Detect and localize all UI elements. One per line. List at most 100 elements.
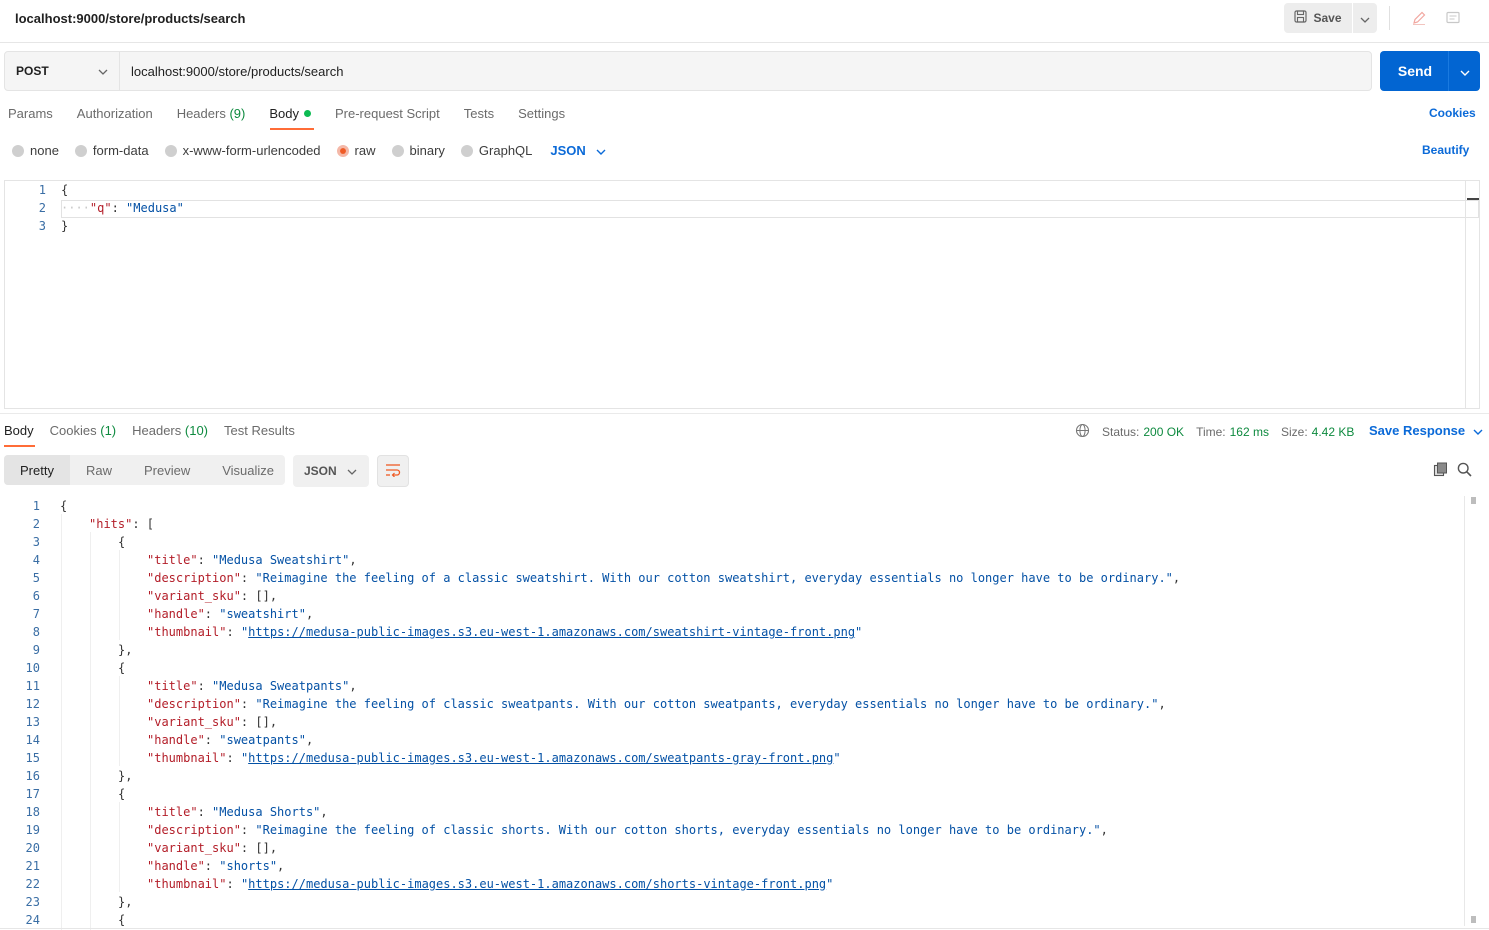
tab-body[interactable]: Body	[269, 106, 311, 126]
json-line: },	[118, 643, 132, 657]
tab-pre-request-script[interactable]: Pre-request Script	[335, 106, 440, 126]
json-url-link[interactable]: https://medusa-public-images.s3.eu-west-…	[248, 751, 833, 765]
body-type-options: none form-data x-www-form-urlencoded raw…	[12, 143, 606, 158]
search-icon[interactable]	[1455, 460, 1473, 478]
request-title[interactable]: localhost:9000/store/products/search	[15, 11, 245, 26]
indent-guide	[119, 802, 120, 892]
raw-format-select[interactable]: JSON	[550, 143, 606, 158]
editor-scrollbar[interactable]	[1465, 181, 1480, 408]
json-punctuation: : [	[132, 517, 155, 531]
url-input[interactable]	[120, 52, 1371, 90]
time-label: Time:	[1196, 425, 1226, 439]
view-visualize[interactable]: Visualize	[206, 455, 290, 485]
tab-params[interactable]: Params	[8, 106, 53, 126]
response-tab-headers[interactable]: Headers (10)	[132, 423, 208, 438]
send-dropdown-button[interactable]	[1448, 51, 1480, 91]
json-key: "q"	[89, 201, 112, 215]
save-response-label: Save Response	[1369, 423, 1466, 438]
json-url-link[interactable]: https://medusa-public-images.s3.eu-west-…	[248, 625, 855, 639]
json-string: "Medusa Sweatshirt"	[212, 553, 350, 567]
view-preview[interactable]: Preview	[128, 455, 206, 485]
json-punctuation: : [],	[240, 589, 278, 603]
wrap-lines-icon	[385, 463, 401, 480]
chevron-down-icon	[1460, 64, 1470, 79]
radio-form-data[interactable]: form-data	[74, 143, 149, 158]
json-punctuation: :	[240, 571, 256, 585]
chevron-down-icon	[596, 143, 606, 158]
response-tab-body[interactable]: Body	[4, 423, 34, 438]
view-pretty[interactable]: Pretty	[4, 455, 70, 485]
response-body-viewer[interactable]: 1 {2 "hits": [3 {4 "title": "Medusa Sweatshi…	[0, 496, 1489, 930]
line-number: 18	[25, 805, 40, 819]
send-button[interactable]: Send	[1380, 51, 1448, 91]
json-punctuation: ,	[349, 553, 357, 567]
indent-guide	[119, 550, 120, 640]
line-number: 15	[25, 751, 40, 765]
json-string: "sweatpants"	[219, 733, 306, 747]
save-dropdown-button[interactable]	[1353, 3, 1377, 33]
json-line: {	[118, 661, 125, 675]
scroll-up-arrow[interactable]	[1471, 497, 1476, 504]
json-punctuation: ,	[1158, 697, 1166, 711]
radio-none[interactable]: none	[12, 143, 59, 158]
json-line: {	[118, 535, 125, 549]
json-key: "description"	[147, 823, 241, 837]
copy-icon[interactable]	[1431, 460, 1449, 478]
globe-icon[interactable]	[1075, 423, 1090, 441]
tab-headers[interactable]: Headers (9)	[177, 106, 246, 126]
wrap-lines-button[interactable]	[377, 455, 409, 487]
time-value[interactable]: 162 ms	[1230, 425, 1269, 439]
json-string: "Medusa"	[126, 201, 184, 215]
radio-urlencoded[interactable]: x-www-form-urlencoded	[164, 143, 321, 158]
json-line: },	[118, 769, 132, 783]
json-key: "variant_sku"	[147, 841, 241, 855]
response-format-select[interactable]: JSON	[293, 455, 369, 487]
top-bar: localhost:9000/store/products/search Sav…	[0, 0, 1489, 43]
beautify-link[interactable]: Beautify	[1422, 143, 1469, 157]
line-number: 9	[32, 643, 40, 657]
json-url-link[interactable]: https://medusa-public-images.s3.eu-west-…	[248, 877, 826, 891]
save-button[interactable]: Save	[1284, 3, 1352, 33]
response-scrollbar[interactable]	[1464, 496, 1480, 926]
save-response-button[interactable]: Save Response	[1369, 423, 1483, 438]
radio-circle	[74, 144, 87, 157]
json-punctuation: :	[240, 823, 256, 837]
response-tab-cookies-label: Cookies	[49, 423, 97, 438]
json-line: "variant_sku": [],	[147, 589, 277, 603]
status-value[interactable]: 200 OK	[1143, 425, 1184, 439]
response-status-area: Status: 200 OK Time: 162 ms Size: 4.42 K…	[1075, 423, 1354, 441]
tab-settings[interactable]: Settings	[518, 106, 565, 126]
cookies-link[interactable]: Cookies	[1429, 106, 1476, 120]
json-line: {	[60, 499, 67, 513]
comment-icon[interactable]	[1443, 8, 1463, 28]
line-number: 11	[25, 679, 40, 693]
json-line: "thumbnail": "https://medusa-public-imag…	[147, 877, 833, 891]
line-number: 16	[25, 769, 40, 783]
method-select[interactable]: POST	[5, 52, 120, 90]
response-tab-cookies[interactable]: Cookies (1)	[50, 423, 116, 438]
response-tab-test-results[interactable]: Test Results	[224, 423, 295, 438]
response-divider[interactable]	[0, 413, 1489, 414]
radio-raw[interactable]: raw	[336, 143, 376, 158]
radio-label: x-www-form-urlencoded	[182, 143, 321, 158]
radio-label: raw	[354, 143, 376, 158]
view-raw[interactable]: Raw	[70, 455, 128, 485]
bottom-border	[0, 928, 1489, 929]
json-punctuation: : [],	[240, 715, 278, 729]
top-divider	[1389, 6, 1390, 30]
radio-binary[interactable]: binary	[391, 143, 445, 158]
size-value[interactable]: 4.42 KB	[1312, 425, 1355, 439]
scroll-down-arrow[interactable]	[1471, 916, 1476, 923]
json-punctuation: ,	[1172, 571, 1181, 585]
radio-graphql[interactable]: GraphQL	[460, 143, 532, 158]
edit-icon[interactable]	[1409, 8, 1429, 28]
line-number: 22	[25, 877, 40, 891]
request-body-editor[interactable]: 1 2 3 { ····"q": "Medusa" }	[4, 180, 1480, 409]
tab-authorization[interactable]: Authorization	[77, 106, 153, 126]
tab-headers-count: (9)	[229, 106, 246, 121]
json-string: "shorts"	[219, 859, 278, 873]
tab-tests[interactable]: Tests	[464, 106, 494, 126]
line-number: 3	[32, 535, 40, 549]
line-number: 6	[32, 589, 40, 603]
scrollbar-cursor-marker	[1467, 198, 1479, 200]
